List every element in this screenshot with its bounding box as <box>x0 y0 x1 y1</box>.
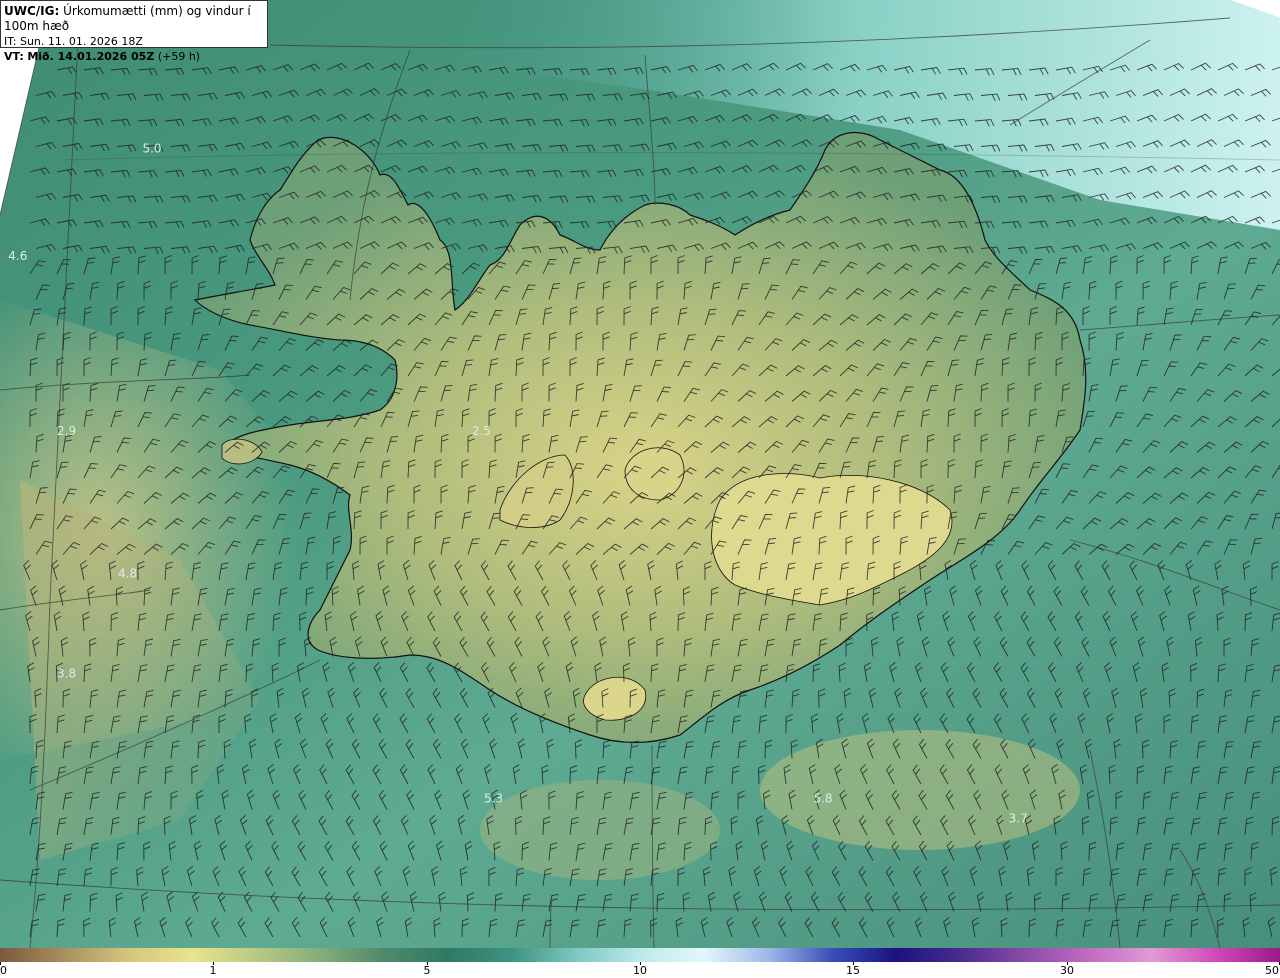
value-label: 3.7 <box>1009 812 1028 826</box>
legend-tick-label: 1 <box>209 964 217 977</box>
value-label: 5.0 <box>142 142 161 156</box>
valid-prefix: VT: <box>4 50 24 63</box>
legend-tick-label: 50 <box>1265 964 1279 977</box>
model-name: UWC/IG: <box>4 4 60 18</box>
value-label: 5.8 <box>813 792 832 806</box>
legend-tick-label: 30 <box>1060 964 1074 977</box>
info-box: UWC/IG: Úrkomumætti (mm) og vindur í 100… <box>0 0 268 63</box>
init-time: IT: Sun. 11. 01. 2026 18Z <box>4 35 143 48</box>
value-label: 5.3 <box>484 792 503 806</box>
value-label: 3.8 <box>57 667 76 681</box>
value-label: 2.5 <box>472 424 491 438</box>
lead-time: (+59 h) <box>157 50 201 63</box>
legend-tick-label: 0 <box>0 964 7 977</box>
valid-time-line: VT: Mið. 14.01.2026 05Z (+59 h) <box>4 49 264 64</box>
title-line: UWC/IG: Úrkomumætti (mm) og vindur í 100… <box>4 4 264 34</box>
southeast-precip-patch <box>760 730 1080 850</box>
value-label: 2.9 <box>57 424 76 438</box>
valid-time: Mið. 14.01.2026 05Z <box>27 50 155 63</box>
forecast-map: 5.04.64.23.62.92.54.83.85.35.83.77.23.8 <box>0 0 1280 948</box>
legend-color-bar <box>0 948 1280 962</box>
color-legend: 0 1 5 10 15 30 50 <box>0 948 1280 978</box>
value-label: 4.8 <box>118 567 137 581</box>
value-label: 4.6 <box>8 249 27 263</box>
legend-tick-label: 15 <box>846 964 860 977</box>
legend-tick-label: 5 <box>423 964 431 977</box>
legend-tick-label: 10 <box>633 964 647 977</box>
